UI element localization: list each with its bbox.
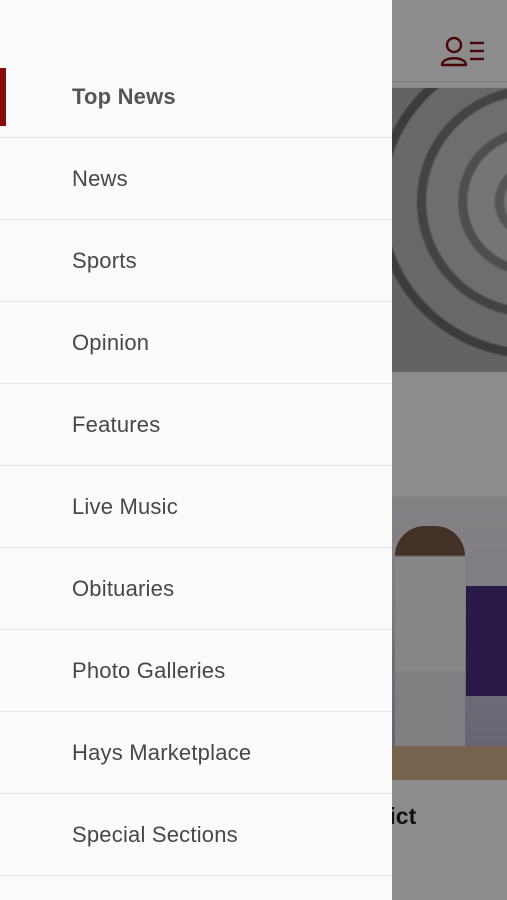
menu-item-label: Top News [72, 83, 176, 109]
menu-item-label: Live Music [72, 493, 178, 519]
section-menu: Top News News Sports Opinion Features Li… [0, 56, 392, 876]
menu-item-label: Opinion [72, 329, 150, 355]
menu-item-label: News [72, 165, 128, 191]
menu-item-label: Sports [72, 247, 137, 273]
menu-item-top-news[interactable]: Top News [0, 56, 392, 138]
menu-item-special-sections[interactable]: Special Sections [0, 794, 392, 876]
menu-item-sports[interactable]: Sports [0, 220, 392, 302]
menu-item-photo-galleries[interactable]: Photo Galleries [0, 630, 392, 712]
navigation-drawer: Top News News Sports Opinion Features Li… [0, 0, 392, 900]
menu-item-obituaries[interactable]: Obituaries [0, 548, 392, 630]
menu-item-live-music[interactable]: Live Music [0, 466, 392, 548]
menu-item-label: Photo Galleries [72, 657, 226, 683]
menu-item-label: Obituaries [72, 575, 175, 601]
menu-item-label: Special Sections [72, 821, 238, 847]
menu-item-hays-marketplace[interactable]: Hays Marketplace [0, 712, 392, 794]
menu-item-features[interactable]: Features [0, 384, 392, 466]
menu-item-opinion[interactable]: Opinion [0, 302, 392, 384]
menu-item-news[interactable]: News [0, 138, 392, 220]
menu-item-label: Hays Marketplace [72, 739, 252, 765]
active-indicator [0, 68, 6, 126]
menu-item-label: Features [72, 411, 161, 437]
